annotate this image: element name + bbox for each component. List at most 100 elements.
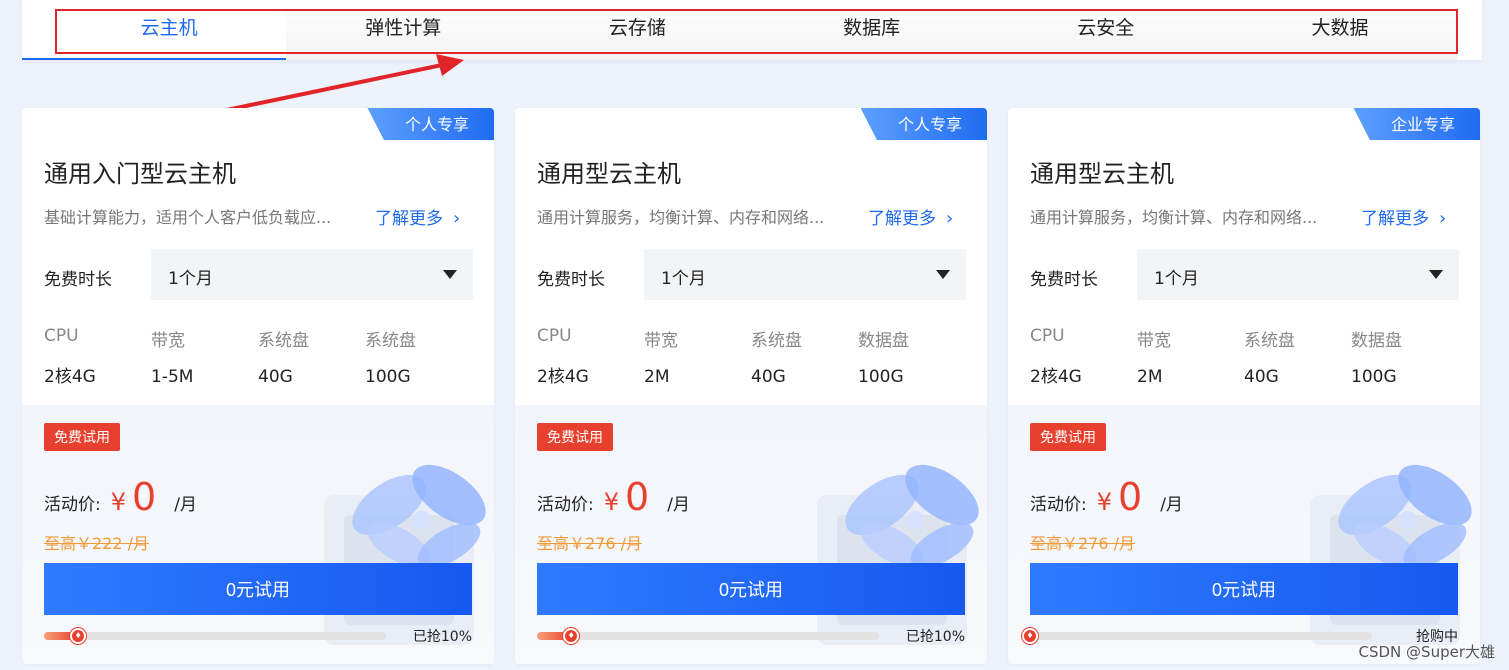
price-unit: /月 [174,495,197,515]
spec-system-disk: 系统盘 40G [258,326,365,387]
price-value: 0 [625,475,650,519]
spec-value: 40G [751,367,786,387]
price-label: 活动价: [537,495,594,515]
card-offer-area: 免费试用 活动价: ¥ 0 /月 至高￥222 /月 0元试用 ♦ 已抢10% [22,405,494,664]
learn-more-label: 了解更多 [1361,209,1429,229]
free-trial-button[interactable]: 0元试用 [537,563,965,615]
spec-bandwidth: 带宽 2M [644,326,751,387]
caret-down-icon [1429,270,1443,279]
spec-data-disk: 数据盘 100G [858,326,965,387]
price-value: 0 [1118,475,1143,519]
spec-value: 100G [1351,367,1397,387]
card-offer-area: 免费试用 活动价: ¥ 0 /月 至高￥276 /月 0元试用 ♦ 抢购中 [1008,405,1480,664]
fire-icon: ♦ [563,628,580,644]
learn-more-link[interactable]: 了解更多 › [375,204,460,229]
spec-cpu: CPU 2核4G [537,326,644,387]
spec-key: CPU [44,326,79,346]
currency-symbol: ¥ [603,488,620,516]
spec-value: 2核4G [1030,367,1082,387]
card-description: 基础计算能力，适用个人客户低负载应... [44,208,332,227]
tab-cloud-host[interactable]: 云主机 [22,0,287,60]
progress-bar: ♦ [44,628,386,644]
watermark: CSDN @Super大雄 [1358,643,1495,661]
product-tabbar: 云主机 弹性计算 云存储 数据库 云安全 大数据 [22,0,1482,60]
free-trial-button[interactable]: 0元试用 [1030,563,1458,615]
learn-more-label: 了解更多 [375,209,443,229]
spec-value: 2核4G [537,367,589,387]
original-price: 至高￥276 /月 [1030,534,1136,553]
free-trial-tag: 免费试用 [537,423,613,451]
chevron-right-icon: › [453,208,461,229]
duration-select[interactable]: 1个月 [1137,249,1459,300]
price-unit: /月 [1160,495,1183,515]
card-description: 通用计算服务，均衡计算、内存和网络... [537,208,825,227]
chevron-right-icon: › [1439,208,1447,229]
spec-value: 40G [258,367,293,387]
spec-value: 100G [858,367,904,387]
card-badge: 个人专享 [859,108,987,140]
spec-value: 2核4G [44,367,96,387]
price-unit: /月 [667,495,690,515]
price-value: 0 [132,475,157,519]
learn-more-label: 了解更多 [868,209,936,229]
progress-text: 已抢10% [905,629,965,645]
tab-big-data[interactable]: 大数据 [1222,0,1458,60]
free-trial-button[interactable]: 0元试用 [44,563,472,615]
spec-key: 带宽 [1137,331,1171,351]
spec-key: CPU [537,326,572,346]
card-title: 通用型云主机 [537,160,681,188]
card-title: 通用入门型云主机 [44,160,236,188]
caret-down-icon [936,270,950,279]
spec-value: 2M [1137,367,1163,387]
fire-icon: ♦ [1022,628,1038,644]
learn-more-link[interactable]: 了解更多 › [1361,204,1446,229]
free-trial-tag: 免费试用 [44,423,120,451]
progress-bar: ♦ [1022,628,1372,644]
spec-key: 系统盘 [1244,331,1295,351]
card-title: 通用型云主机 [1030,160,1174,188]
spec-cpu: CPU 2核4G [44,326,151,387]
tab-elastic-compute[interactable]: 弹性计算 [286,0,521,60]
learn-more-link[interactable]: 了解更多 › [868,204,953,229]
spec-bandwidth: 带宽 1-5M [151,326,258,387]
price-row: 活动价: ¥ 0 /月 [44,475,197,519]
tab-database[interactable]: 数据库 [754,0,989,60]
product-card: 个人专享 通用型云主机 通用计算服务，均衡计算、内存和网络... 了解更多 › 免… [515,108,987,664]
spec-key: CPU [1030,326,1065,346]
duration-label: 免费时长 [537,270,605,290]
tab-cloud-storage[interactable]: 云存储 [520,0,755,60]
spec-value: 40G [1244,367,1279,387]
progress-bar: ♦ [537,628,879,644]
duration-value: 1个月 [661,269,706,289]
duration-value: 1个月 [168,269,213,289]
spec-value: 1-5M [151,367,194,387]
duration-select[interactable]: 1个月 [151,249,473,300]
spec-key: 数据盘 [1351,331,1402,351]
caret-down-icon [443,270,457,279]
chevron-right-icon: › [946,208,954,229]
product-card: 企业专享 通用型云主机 通用计算服务，均衡计算、内存和网络... 了解更多 › 免… [1008,108,1480,664]
progress-text: 已抢10% [412,629,472,645]
spec-key: 数据盘 [858,331,909,351]
spec-cpu: CPU 2核4G [1030,326,1137,387]
original-price: 至高￥276 /月 [537,534,643,553]
spec-value: 100G [365,367,411,387]
spec-bandwidth: 带宽 2M [1137,326,1244,387]
original-price: 至高￥222 /月 [44,534,150,553]
duration-value: 1个月 [1154,269,1199,289]
price-label: 活动价: [44,495,101,515]
duration-label: 免费时长 [44,270,112,290]
card-description: 通用计算服务，均衡计算、内存和网络... [1030,208,1318,227]
duration-select[interactable]: 1个月 [644,249,966,300]
tab-list: 云主机 弹性计算 云存储 数据库 云安全 大数据 [22,0,1458,60]
spec-data-disk: 数据盘 100G [1351,326,1458,387]
product-card: 个人专享 通用入门型云主机 基础计算能力，适用个人客户低负载应... 了解更多 ›… [22,108,494,664]
spec-key: 系统盘 [258,331,309,351]
spec-key: 系统盘 [751,331,802,351]
card-badge: 个人专享 [366,108,494,140]
tab-cloud-security[interactable]: 云安全 [988,0,1223,60]
spec-value: 2M [644,367,670,387]
currency-symbol: ¥ [1096,488,1113,516]
duration-label: 免费时长 [1030,270,1098,290]
card-offer-area: 免费试用 活动价: ¥ 0 /月 至高￥276 /月 0元试用 ♦ 已抢10% [515,405,987,664]
